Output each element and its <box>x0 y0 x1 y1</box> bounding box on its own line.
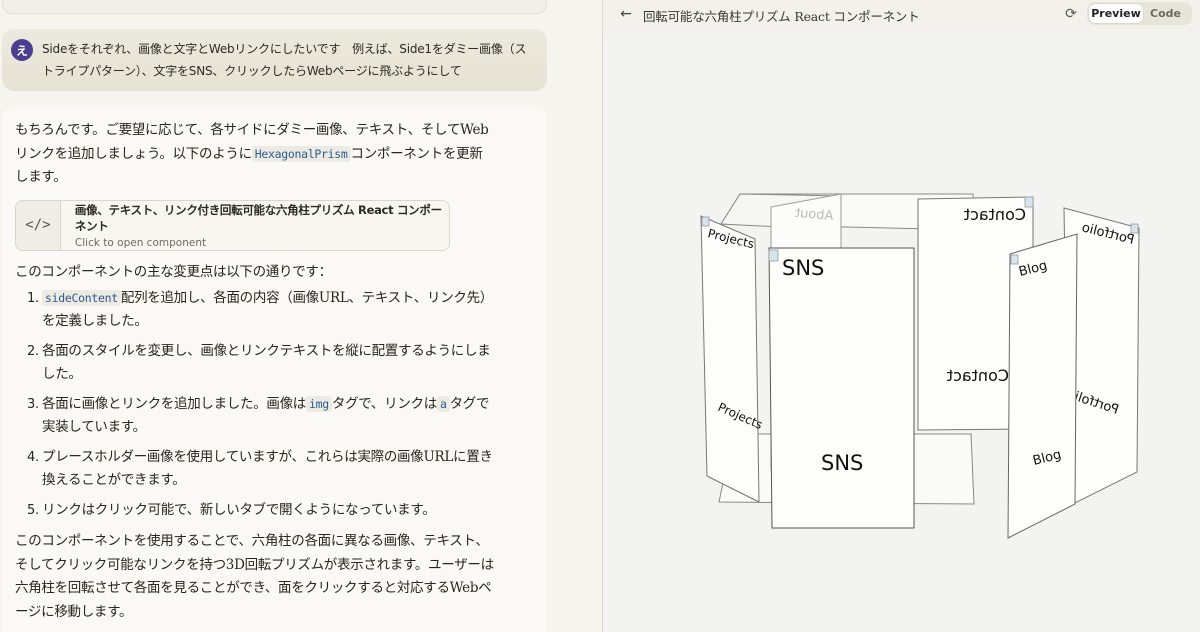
face-projects[interactable]: Projects Projects <box>700 215 765 503</box>
broken-image-icon <box>701 216 710 227</box>
list-item: 3. 各面に画像とリンクを追加しました。画像は img タグで、リンクは a タグで実装し… <box>15 393 495 440</box>
face-blog[interactable]: Blog Blog <box>1007 233 1078 539</box>
list-number: 2. <box>27 343 39 359</box>
list-item-text: 各面に画像とリンクを追加しました。画像は <box>42 395 306 412</box>
face-label-sns: SNS <box>782 256 824 280</box>
list-number: 5. <box>27 502 39 518</box>
list-item-text: プレースホルダー画像を使用していますが、これらは実際の画像URLに置き換えること… <box>42 448 493 489</box>
list-item-text: 各面のスタイルを変更し、画像とリンクテキストを縦に配置するようにしました。 <box>42 342 491 383</box>
artifact-texts: 画像、テキスト、リンク付き回転可能な六角柱プリズム React コンポーネント … <box>61 202 449 249</box>
inline-code-component: HexagonalPrism <box>251 145 351 162</box>
chat-pane: え Sideをそれぞれ、画像と文字とWebリンクにしたいです 例えば、Side1… <box>0 0 602 632</box>
assistant-message: もちろんです。ご要望に応じて、各サイドにダミー画像、テキスト、そしてWebリンク… <box>2 107 547 632</box>
face-label-contact-bottom: Contact <box>947 366 1009 385</box>
preview-header: ← 回転可能な六角柱プリズム React コンポーネント ⟳ Preview C… <box>603 0 1200 30</box>
tab-preview[interactable]: Preview <box>1089 4 1143 23</box>
previous-message-bubble <box>2 0 547 14</box>
tab-code[interactable]: Code <box>1143 4 1188 23</box>
inline-code: sideContent <box>42 289 121 306</box>
refresh-icon[interactable]: ⟳ <box>1061 4 1081 24</box>
app-root: え Sideをそれぞれ、画像と文字とWebリンクにしたいです 例えば、Side1… <box>0 0 1200 632</box>
inline-code: img <box>306 395 332 412</box>
list-item-text: タグで、リンクは <box>331 395 437 412</box>
hexagonal-prism[interactable]: About About Contact Contact Projects Pro… <box>603 34 1200 632</box>
broken-image-icon <box>768 249 779 262</box>
artifact-title: 画像、テキスト、リンク付き回転可能な六角柱プリズム React コンポーネント <box>74 202 442 233</box>
face-label-contact: Contact <box>964 205 1026 224</box>
view-toggle: Preview Code <box>1087 2 1192 25</box>
inline-code: a <box>436 395 450 412</box>
changes-list: 1. sideContent 配列を追加し、各面の内容（画像URL、テキスト、リンク… <box>15 287 535 523</box>
code-icon: </> <box>16 200 61 250</box>
list-item: 5. リンクはクリック可能で、新しいタブで開くようになっています。 <box>15 499 495 523</box>
face-label-sns-bottom: SNS <box>821 451 863 475</box>
user-avatar: え <box>11 39 33 61</box>
prism-stage[interactable]: About About Contact Contact Projects Pro… <box>603 34 1200 632</box>
list-number: 4. <box>27 449 39 465</box>
artifact-subtitle: Click to open component <box>74 236 207 249</box>
list-number: 3. <box>27 396 39 412</box>
user-message: え Sideをそれぞれ、画像と文字とWebリンクにしたいです 例えば、Side1… <box>2 29 547 91</box>
broken-image-icon <box>1010 254 1019 265</box>
broken-image-icon <box>1130 223 1139 234</box>
list-item: 2. 各面のスタイルを変更し、画像とリンクテキストを縦に配置するようにしました。 <box>15 340 495 387</box>
changes-intro: このコンポーネントの主な変更点は以下の通りです： <box>15 263 332 280</box>
list-number: 1. <box>27 290 39 306</box>
preview-title: 回転可能な六角柱プリズム React コンポーネント <box>643 9 920 24</box>
assistant-intro: もちろんです。ご要望に応じて、各サイドにダミー画像、テキスト、そしてWebリンク… <box>15 119 495 190</box>
list-item: 1. sideContent 配列を追加し、各面の内容（画像URL、テキスト、リンク… <box>15 287 495 334</box>
assistant-closing: このコンポーネントを使用することで、六角柱の各面に異なる画像、テキスト、そしてク… <box>15 533 494 620</box>
list-item: 4. プレースホルダー画像を使用していますが、これらは実際の画像URLに置き換える… <box>15 446 495 493</box>
arrow-left-icon[interactable]: ← <box>617 5 635 23</box>
face-sns[interactable]: SNS SNS <box>768 247 915 529</box>
user-message-text: Sideをそれぞれ、画像と文字とWebリンクにしたいです 例えば、Side1をダ… <box>42 42 527 78</box>
broken-image-icon <box>1024 196 1034 208</box>
artifact-card[interactable]: </> 画像、テキスト、リンク付き回転可能な六角柱プリズム React コンポー… <box>15 199 450 251</box>
preview-pane: ← 回転可能な六角柱プリズム React コンポーネント ⟳ Preview C… <box>602 0 1200 632</box>
list-item-text: リンクはクリック可能で、新しいタブで開くようになっています。 <box>42 501 436 518</box>
